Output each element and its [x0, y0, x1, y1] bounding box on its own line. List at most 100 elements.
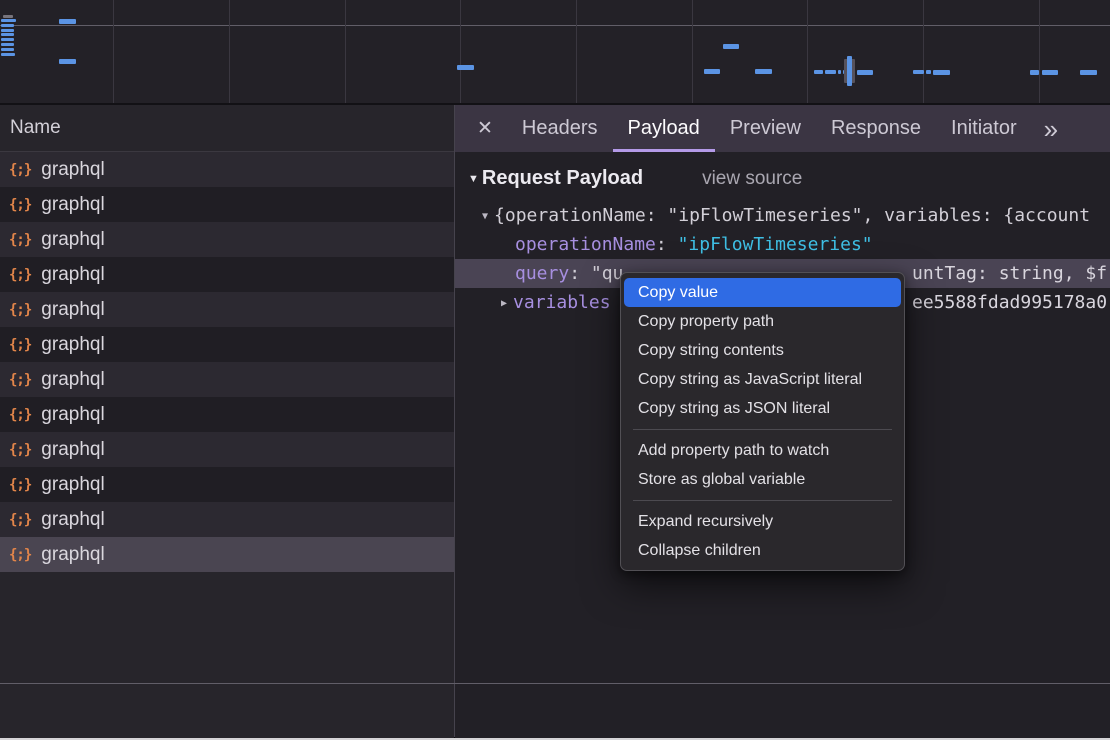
timeline-bar	[59, 59, 76, 64]
status-footer	[0, 683, 1110, 738]
timeline-bar	[1, 29, 14, 32]
json-braces-icon: {;}	[9, 302, 31, 318]
key-value-separator: :	[569, 263, 591, 284]
timeline-bar	[59, 19, 76, 24]
overview-grid-line	[460, 0, 461, 103]
expanded-triangle-icon[interactable]: ▼	[482, 202, 488, 231]
menu-item-add-property-path-to-watch[interactable]: Add property path to watch	[624, 436, 901, 465]
overview-grid-line	[113, 0, 114, 103]
timeline-bar	[1042, 70, 1058, 75]
devtools-network-panel: Name {;}graphql{;}graphql{;}graphql{;}gr…	[0, 0, 1110, 740]
network-overview-timeline[interactable]	[0, 0, 1110, 105]
request-name: graphql	[41, 474, 104, 496]
footer-left	[0, 684, 454, 738]
request-name: graphql	[41, 194, 104, 216]
timeline-bar	[825, 70, 836, 74]
timeline-bar	[3, 15, 13, 18]
timeline-bar	[847, 56, 852, 86]
timeline-bar	[1, 53, 15, 56]
menu-item-copy-property-path[interactable]: Copy property path	[624, 307, 901, 336]
json-braces-icon: {;}	[9, 442, 31, 458]
timeline-bar	[1, 38, 14, 41]
property-key: variables	[513, 292, 611, 313]
network-request-row[interactable]: {;} graphql	[0, 432, 454, 467]
network-request-row[interactable]: {;} graphql	[0, 467, 454, 502]
timeline-bar	[723, 44, 739, 49]
timeline-bar	[1, 19, 16, 22]
overview-grid-line	[807, 0, 808, 103]
request-list-panel: Name {;}graphql{;}graphql{;}graphql{;}gr…	[0, 105, 454, 683]
overview-grid-line	[229, 0, 230, 103]
detail-tabbar: ✕ HeadersPayloadPreviewResponseInitiator…	[455, 105, 1110, 152]
timeline-bar	[457, 65, 474, 70]
json-braces-icon: {;}	[9, 407, 31, 423]
json-braces-icon: {;}	[9, 512, 31, 528]
section-expanded-triangle-icon[interactable]: ▼	[468, 173, 479, 185]
menu-item-store-as-global-variable[interactable]: Store as global variable	[624, 465, 901, 494]
menu-item-copy-string-contents[interactable]: Copy string contents	[624, 336, 901, 365]
property-value-string: "ipFlowTimeseries"	[678, 234, 873, 255]
more-tabs-chevron-icon[interactable]: »	[1044, 116, 1058, 142]
tab-payload[interactable]: Payload	[613, 105, 715, 152]
network-request-row[interactable]: {;} graphql	[0, 502, 454, 537]
tab-preview[interactable]: Preview	[715, 105, 816, 152]
name-column-header[interactable]: Name	[0, 105, 454, 152]
request-payload-header: ▼ Request Payload view source	[468, 167, 1110, 190]
network-request-row[interactable]: {;} graphql	[0, 222, 454, 257]
root-preview-text: {operationName: "ipFlowTimeseries", vari…	[494, 205, 1090, 226]
menu-separator	[633, 429, 892, 430]
timeline-bar	[933, 70, 950, 75]
timeline-bar	[1, 48, 14, 51]
request-name: graphql	[41, 334, 104, 356]
timeline-bar	[755, 69, 772, 74]
overview-divider-line	[0, 25, 1110, 26]
network-request-row[interactable]: {;} graphql	[0, 187, 454, 222]
network-request-row[interactable]: {;} graphql	[0, 397, 454, 432]
overview-grid-line	[923, 0, 924, 103]
json-braces-icon: {;}	[9, 267, 31, 283]
tree-row-operation-name[interactable]: operationName: "ipFlowTimeseries"	[455, 230, 1110, 259]
view-source-link[interactable]: view source	[702, 168, 802, 190]
json-braces-icon: {;}	[9, 547, 31, 563]
network-request-row[interactable]: {;} graphql	[0, 537, 454, 572]
overview-grid-line	[576, 0, 577, 103]
section-title: Request Payload	[482, 167, 643, 190]
timeline-bar	[1, 33, 14, 36]
collapsed-triangle-icon[interactable]: ▶	[501, 289, 507, 318]
request-name: graphql	[41, 229, 104, 251]
tab-response[interactable]: Response	[816, 105, 936, 152]
close-icon[interactable]: ✕	[477, 117, 493, 140]
request-name: graphql	[41, 369, 104, 391]
timeline-bar	[704, 69, 720, 74]
detail-tabs: HeadersPayloadPreviewResponseInitiator	[507, 105, 1032, 152]
network-request-row[interactable]: {;}graphql	[0, 292, 454, 327]
overview-grid-line	[692, 0, 693, 103]
request-name: graphql	[41, 439, 104, 461]
tab-headers[interactable]: Headers	[507, 105, 613, 152]
json-braces-icon: {;}	[9, 232, 31, 248]
timeline-bar	[857, 70, 873, 75]
network-request-row[interactable]: {;}graphql	[0, 257, 454, 292]
tab-initiator[interactable]: Initiator	[936, 105, 1032, 152]
network-request-row[interactable]: {;}graphql	[0, 152, 454, 187]
request-name: graphql	[41, 404, 104, 426]
menu-item-copy-value[interactable]: Copy value	[624, 278, 901, 307]
request-name: graphql	[41, 544, 104, 566]
network-request-row[interactable]: {;}graphql	[0, 327, 454, 362]
json-braces-icon: {;}	[9, 197, 31, 213]
network-request-row[interactable]: {;}graphql	[0, 362, 454, 397]
menu-separator	[633, 500, 892, 501]
timeline-bar	[1030, 70, 1039, 75]
menu-item-expand-recursively[interactable]: Expand recursively	[624, 507, 901, 536]
request-name: graphql	[41, 509, 104, 531]
request-list: {;} graphql {;} graphql {;} graphql {;} graphql…	[0, 152, 454, 572]
property-key: operationName	[515, 234, 656, 255]
footer-right	[455, 684, 1110, 738]
tree-row-root[interactable]: ▼ {operationName: "ipFlowTimeseries", var…	[455, 201, 1110, 230]
menu-item-copy-string-as-javascript-literal[interactable]: Copy string as JavaScript literal	[624, 365, 901, 394]
menu-item-collapse-children[interactable]: Collapse children	[624, 536, 901, 565]
json-braces-icon: {;}	[9, 477, 31, 493]
menu-item-copy-string-as-json-literal[interactable]: Copy string as JSON literal	[624, 394, 901, 423]
timeline-bar	[926, 70, 931, 74]
timeline-bar	[1, 43, 14, 46]
